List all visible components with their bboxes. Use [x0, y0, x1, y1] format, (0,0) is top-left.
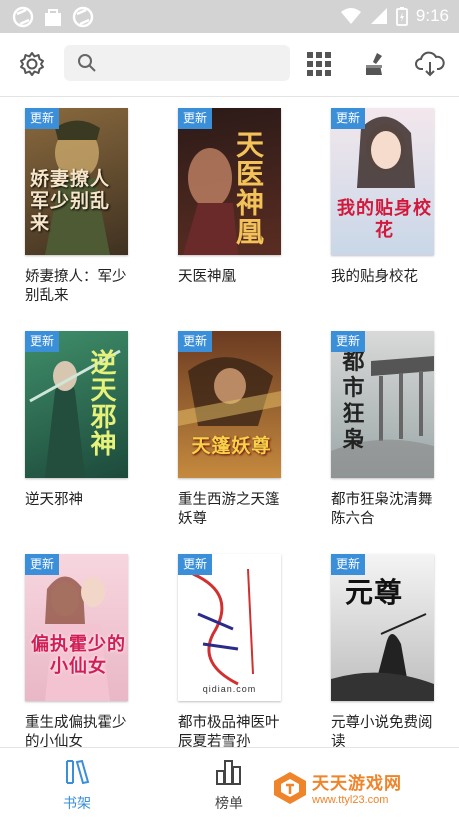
grid-view-icon [307, 52, 331, 76]
broom-icon [366, 53, 382, 75]
search-icon [78, 54, 96, 72]
cover-title: qidian.com [202, 684, 257, 694]
search-box[interactable] [64, 45, 290, 81]
status-bar: 9:16 [0, 0, 459, 33]
cloud-sync-button[interactable] [415, 49, 445, 79]
update-badge: 更新 [25, 108, 59, 129]
bookshelf-icon [66, 759, 90, 785]
update-badge: 更新 [178, 108, 212, 129]
update-badge: 更新 [178, 554, 212, 575]
update-badge: 更新 [25, 331, 59, 352]
cover-art [183, 148, 238, 255]
cover-title: 我的贴身校花 [337, 198, 432, 241]
book-cover: 偏执霍少的小仙女 更新 [25, 554, 128, 701]
status-notification-icons [12, 6, 94, 28]
book-title: 重生西游之天篷妖尊 [178, 492, 280, 527]
book-cover: 我的贴身校花 更新 [331, 108, 434, 255]
cover-title: 娇妻撩人军少别乱来 [30, 168, 111, 234]
cover-title: 元尊 [345, 576, 404, 609]
gear-icon [20, 52, 44, 76]
shopping-bag-icon [45, 9, 61, 26]
grid-view-button[interactable] [304, 49, 334, 79]
top-toolbar [0, 33, 459, 97]
book-cover: 元尊 更新 [331, 554, 434, 701]
cover-title: 逆天邪神 [86, 349, 116, 457]
book-cover: qidian.com 更新 [178, 554, 281, 701]
settings-button[interactable] [17, 49, 47, 79]
status-time: 9:16 [415, 6, 449, 25]
tab-label: 书架 [63, 796, 91, 812]
wifi-icon [340, 8, 361, 24]
book-title: 我的贴身校花 [331, 269, 418, 285]
cover-art [45, 576, 110, 701]
cover-title: 偏执霍少的小仙女 [31, 634, 126, 677]
book-title: 元尊小说免费阅读 [331, 715, 433, 747]
watermark-logo-icon [274, 771, 306, 804]
update-badge: 更新 [331, 331, 365, 352]
watermark-url: www.ttyl23.com [312, 794, 389, 806]
browser-icon [72, 6, 94, 28]
signal-icon [370, 8, 387, 24]
battery-charging-icon [396, 7, 408, 26]
book-title: 重生成偏执霍少的小仙女 [25, 715, 127, 747]
watermark-title: 天天游戏网 [312, 774, 402, 794]
cover-title: 天篷妖尊 [191, 435, 272, 457]
cloud-download-icon [415, 51, 445, 77]
bookshelf-grid: 娇妻撩人军少别乱来 更新 娇妻撩人：军少别乱来 天医神凰 更新 天医神凰 我的贴… [0, 97, 459, 747]
update-badge: 更新 [331, 554, 365, 575]
book-title: 天医神凰 [178, 269, 236, 285]
book-cover: 天篷妖尊 更新 [178, 331, 281, 478]
book-cover: 娇妻撩人军少别乱来 更新 [25, 108, 128, 255]
update-badge: 更新 [331, 108, 365, 129]
site-watermark: 天天游戏网 www.ttyl23.com [272, 769, 402, 806]
cover-title: 都市狂枭 [342, 349, 366, 453]
ranking-chart-icon [216, 760, 241, 785]
update-badge: 更新 [178, 331, 212, 352]
tab-label: 榜单 [215, 796, 243, 812]
book-title: 都市极品神医叶辰夏若雪孙 [178, 715, 280, 747]
search-input[interactable] [105, 54, 279, 72]
tab-bookshelf[interactable]: 书架 [47, 758, 107, 813]
status-system-icons: 9:16 [340, 6, 449, 26]
book-title: 逆天邪神 [25, 492, 83, 508]
browser-icon [12, 6, 34, 28]
book-cover: 都市狂枭 更新 [331, 331, 434, 478]
cover-art [192, 568, 254, 686]
tab-ranking[interactable]: 榜单 [199, 758, 259, 813]
book-cover: 天医神凰 更新 [178, 108, 281, 255]
update-badge: 更新 [25, 554, 59, 575]
book-title: 都市狂枭沈清舞陈六合 [331, 492, 433, 527]
clean-button[interactable] [360, 49, 390, 79]
book-cover: 逆天邪神 更新 [25, 331, 128, 478]
book-title: 娇妻撩人：军少别乱来 [25, 269, 127, 304]
cover-title: 天医神凰 [232, 130, 265, 246]
